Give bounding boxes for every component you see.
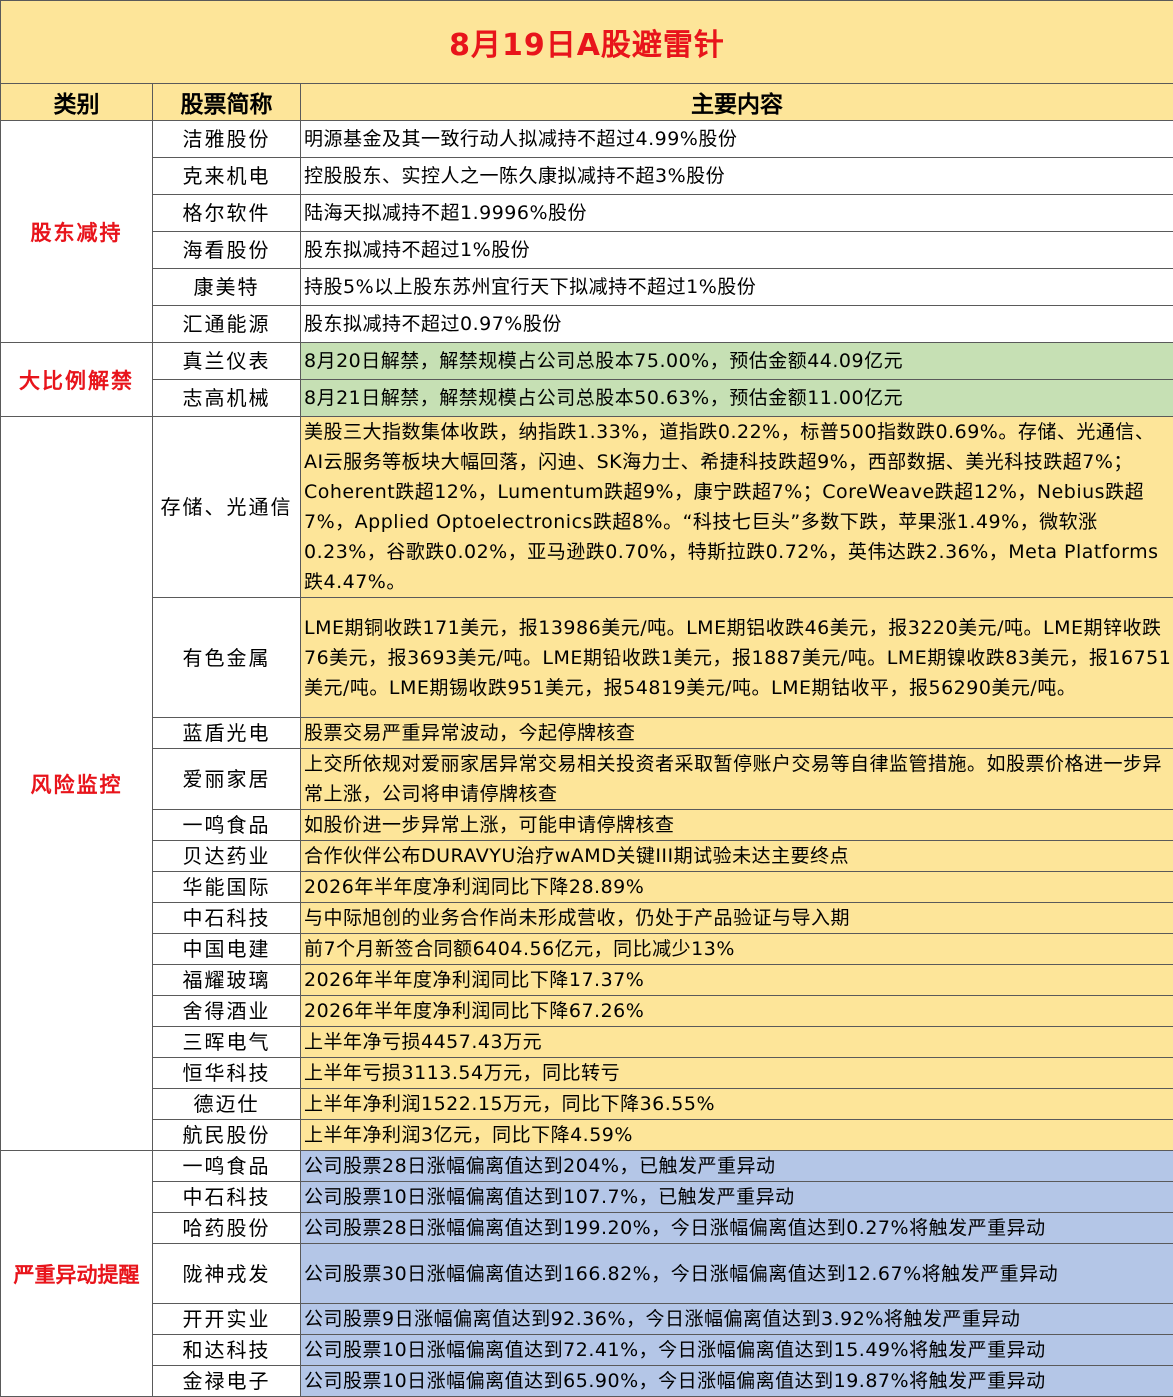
- table-row: 恒华科技 上半年亏损3113.54万元，同比转亏: [1, 1058, 1173, 1089]
- header-category: 类别: [1, 84, 153, 121]
- stock-name: 中国电建: [153, 934, 301, 965]
- category-abnormal-alert: 严重异动提醒: [1, 1151, 153, 1397]
- stock-content: 2026年半年度净利润同比下降17.37%: [301, 965, 1173, 996]
- stock-name: 中石科技: [153, 903, 301, 934]
- table-row: 克来机电 控股股东、实控人之一陈久康拟减持不超3%股份: [1, 158, 1173, 195]
- stock-name: 福耀玻璃: [153, 965, 301, 996]
- stock-content: 合作伙伴公布DURAVYU治疗wAMD关键III期试验未达主要终点: [301, 841, 1173, 872]
- avoid-list-table: 8月19日A股避雷针 类别 股票简称 主要内容 股东减持 洁雅股份 明源基金及其…: [0, 0, 1173, 1397]
- stock-content: 8月21日解禁，解禁规模占公司总股本50.63%，预估金额11.00亿元: [301, 380, 1173, 417]
- table-row: 蓝盾光电 股票交易严重异常波动，今起停牌核查: [1, 718, 1173, 749]
- stock-content: 陆海天拟减持不超1.9996%股份: [301, 195, 1173, 232]
- table-row: 志高机械 8月21日解禁，解禁规模占公司总股本50.63%，预估金额11.00亿…: [1, 380, 1173, 417]
- table-row: 汇通能源 股东拟减持不超过0.97%股份: [1, 306, 1173, 343]
- table-row: 康美特 持股5%以上股东苏州宜行天下拟减持不超过1%股份: [1, 269, 1173, 306]
- stock-content: 持股5%以上股东苏州宜行天下拟减持不超过1%股份: [301, 269, 1173, 306]
- table-row: 爱丽家居 上交所依规对爱丽家居异常交易相关投资者采取暂停账户交易等自律监管措施。…: [1, 749, 1173, 810]
- table-row: 华能国际 2026年半年度净利润同比下降28.89%: [1, 872, 1173, 903]
- stock-content: 股票交易严重异常波动，今起停牌核查: [301, 718, 1173, 749]
- stock-content: 2026年半年度净利润同比下降28.89%: [301, 872, 1173, 903]
- table-row: 海看股份 股东拟减持不超过1%股份: [1, 232, 1173, 269]
- stock-name: 克来机电: [153, 158, 301, 195]
- stock-name: 中石科技: [153, 1182, 301, 1213]
- stock-name: 开开实业: [153, 1304, 301, 1335]
- stock-content: 公司股票28日涨幅偏离值达到199.20%，今日涨幅偏离值达到0.27%将触发严…: [301, 1213, 1173, 1244]
- category-risk-monitor: 风险监控: [1, 417, 153, 1151]
- stock-name: 康美特: [153, 269, 301, 306]
- stock-content: 如股价进一步异常上涨，可能申请停牌核查: [301, 810, 1173, 841]
- table-row: 德迈仕 上半年净利润1522.15万元，同比下降36.55%: [1, 1089, 1173, 1120]
- table-row: 股东减持 洁雅股份 明源基金及其一致行动人拟减持不超过4.99%股份: [1, 121, 1173, 158]
- stock-content: 公司股票10日涨幅偏离值达到65.90%，今日涨幅偏离值达到19.87%将触发严…: [301, 1366, 1173, 1397]
- table-row: 陇神戎发 公司股票30日涨幅偏离值达到166.82%，今日涨幅偏离值达到12.6…: [1, 1244, 1173, 1304]
- stock-content: 2026年半年度净利润同比下降67.26%: [301, 996, 1173, 1027]
- table-row: 航民股份 上半年净利润3亿元，同比下降4.59%: [1, 1120, 1173, 1151]
- stock-name: 航民股份: [153, 1120, 301, 1151]
- stock-name: 一鸣食品: [153, 810, 301, 841]
- table-row: 中石科技 公司股票10日涨幅偏离值达到107.7%，已触发严重异动: [1, 1182, 1173, 1213]
- table-row: 中国电建 前7个月新签合同额6404.56亿元，同比减少13%: [1, 934, 1173, 965]
- stock-content: 上半年净亏损4457.43万元: [301, 1027, 1173, 1058]
- stock-name: 恒华科技: [153, 1058, 301, 1089]
- table-row: 有色金属 LME期铜收跌171美元，报13986美元/吨。LME期铝收跌46美元…: [1, 598, 1173, 718]
- stock-content: 8月20日解禁，解禁规模占公司总股本75.00%，预估金额44.09亿元: [301, 343, 1173, 380]
- stock-content: 前7个月新签合同额6404.56亿元，同比减少13%: [301, 934, 1173, 965]
- stock-content: 公司股票28日涨幅偏离值达到204%，已触发严重异动: [301, 1151, 1173, 1182]
- table-row: 大比例解禁 真兰仪表 8月20日解禁，解禁规模占公司总股本75.00%，预估金额…: [1, 343, 1173, 380]
- stock-content: 控股股东、实控人之一陈久康拟减持不超3%股份: [301, 158, 1173, 195]
- table-row: 哈药股份 公司股票28日涨幅偏离值达到199.20%，今日涨幅偏离值达到0.27…: [1, 1213, 1173, 1244]
- stock-name: 存储、光通信: [153, 417, 301, 598]
- stock-content: 上半年净利润1522.15万元，同比下降36.55%: [301, 1089, 1173, 1120]
- stock-content: 美股三大指数集体收跌，纳指跌1.33%，道指跌0.22%，标普500指数跌0.6…: [301, 417, 1173, 598]
- header-content: 主要内容: [301, 84, 1173, 121]
- stock-content: 公司股票30日涨幅偏离值达到166.82%，今日涨幅偏离值达到12.67%将触发…: [301, 1244, 1173, 1304]
- stock-name: 汇通能源: [153, 306, 301, 343]
- stock-content: LME期铜收跌171美元，报13986美元/吨。LME期铝收跌46美元，报322…: [301, 598, 1173, 718]
- stock-name: 三晖电气: [153, 1027, 301, 1058]
- table-row: 和达科技 公司股票10日涨幅偏离值达到72.41%，今日涨幅偏离值达到15.49…: [1, 1335, 1173, 1366]
- stock-content: 明源基金及其一致行动人拟减持不超过4.99%股份: [301, 121, 1173, 158]
- table-row: 开开实业 公司股票9日涨幅偏离值达到92.36%，今日涨幅偏离值达到3.92%将…: [1, 1304, 1173, 1335]
- stock-name: 海看股份: [153, 232, 301, 269]
- page-title: 8月19日A股避雷针: [1, 1, 1173, 84]
- stock-name: 贝达药业: [153, 841, 301, 872]
- stock-content: 公司股票9日涨幅偏离值达到92.36%，今日涨幅偏离值达到3.92%将触发严重异…: [301, 1304, 1173, 1335]
- stock-name: 德迈仕: [153, 1089, 301, 1120]
- stock-name: 哈药股份: [153, 1213, 301, 1244]
- category-shareholder-reduction: 股东减持: [1, 121, 153, 343]
- table-row: 格尔软件 陆海天拟减持不超1.9996%股份: [1, 195, 1173, 232]
- stock-name: 爱丽家居: [153, 749, 301, 810]
- header-stock: 股票简称: [153, 84, 301, 121]
- stock-content: 上半年亏损3113.54万元，同比转亏: [301, 1058, 1173, 1089]
- stock-name: 华能国际: [153, 872, 301, 903]
- stock-name: 格尔软件: [153, 195, 301, 232]
- stock-name: 一鸣食品: [153, 1151, 301, 1182]
- stock-name: 陇神戎发: [153, 1244, 301, 1304]
- stock-content: 股东拟减持不超过1%股份: [301, 232, 1173, 269]
- table-row: 福耀玻璃 2026年半年度净利润同比下降17.37%: [1, 965, 1173, 996]
- stock-content: 公司股票10日涨幅偏离值达到107.7%，已触发严重异动: [301, 1182, 1173, 1213]
- stock-content: 上交所依规对爱丽家居异常交易相关投资者采取暂停账户交易等自律监管措施。如股票价格…: [301, 749, 1173, 810]
- stock-name: 蓝盾光电: [153, 718, 301, 749]
- stock-name: 洁雅股份: [153, 121, 301, 158]
- stock-content: 股东拟减持不超过0.97%股份: [301, 306, 1173, 343]
- table-row: 严重异动提醒 一鸣食品 公司股票28日涨幅偏离值达到204%，已触发严重异动: [1, 1151, 1173, 1182]
- stock-name: 有色金属: [153, 598, 301, 718]
- stock-name: 舍得酒业: [153, 996, 301, 1027]
- category-large-unlock: 大比例解禁: [1, 343, 153, 417]
- stock-name: 和达科技: [153, 1335, 301, 1366]
- stock-name: 真兰仪表: [153, 343, 301, 380]
- stock-name: 志高机械: [153, 380, 301, 417]
- stock-content: 与中际旭创的业务合作尚未形成营收，仍处于产品验证与导入期: [301, 903, 1173, 934]
- table-row: 风险监控 存储、光通信 美股三大指数集体收跌，纳指跌1.33%，道指跌0.22%…: [1, 417, 1173, 598]
- table-row: 贝达药业 合作伙伴公布DURAVYU治疗wAMD关键III期试验未达主要终点: [1, 841, 1173, 872]
- stock-name: 金禄电子: [153, 1366, 301, 1397]
- stock-content: 公司股票10日涨幅偏离值达到72.41%，今日涨幅偏离值达到15.49%将触发严…: [301, 1335, 1173, 1366]
- table-row: 三晖电气 上半年净亏损4457.43万元: [1, 1027, 1173, 1058]
- table-row: 一鸣食品 如股价进一步异常上涨，可能申请停牌核查: [1, 810, 1173, 841]
- table-row: 中石科技 与中际旭创的业务合作尚未形成营收，仍处于产品验证与导入期: [1, 903, 1173, 934]
- stock-content: 上半年净利润3亿元，同比下降4.59%: [301, 1120, 1173, 1151]
- table-row: 舍得酒业 2026年半年度净利润同比下降67.26%: [1, 996, 1173, 1027]
- table-row: 金禄电子 公司股票10日涨幅偏离值达到65.90%，今日涨幅偏离值达到19.87…: [1, 1366, 1173, 1397]
